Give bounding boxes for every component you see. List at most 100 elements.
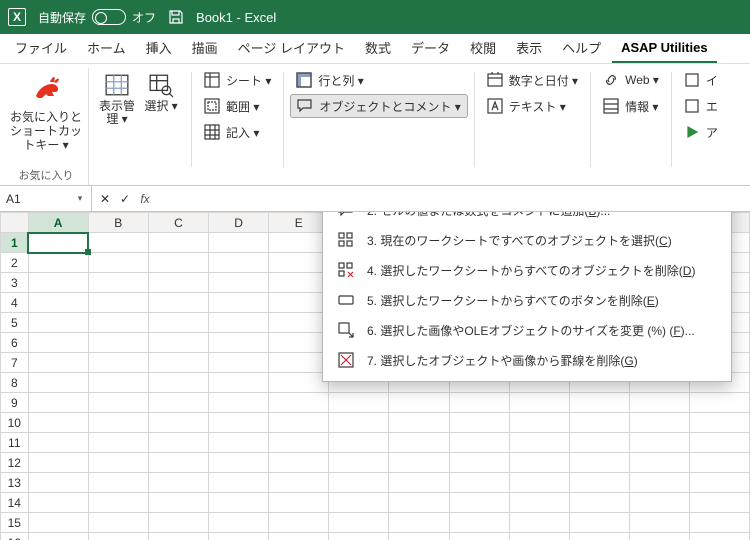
cell[interactable] xyxy=(28,233,88,253)
cell[interactable] xyxy=(389,493,449,513)
tab-描画[interactable]: 描画 xyxy=(183,32,227,63)
menu-item-5[interactable]: 5. 選択したワークシートからすべてのボタンを削除(E) xyxy=(323,285,731,315)
cell[interactable] xyxy=(629,393,689,413)
row-header[interactable]: 3 xyxy=(1,273,29,293)
tab-挿入[interactable]: 挿入 xyxy=(137,32,181,63)
cell[interactable] xyxy=(269,473,329,493)
cell[interactable] xyxy=(28,533,88,540)
cancel-icon[interactable]: ✕ xyxy=(96,192,114,206)
chevron-down-icon[interactable]: ▾ xyxy=(72,193,88,204)
cell[interactable] xyxy=(88,373,148,393)
cell[interactable] xyxy=(509,413,569,433)
row-header[interactable]: 12 xyxy=(1,453,29,473)
cell[interactable] xyxy=(28,513,88,533)
cell[interactable] xyxy=(209,393,269,413)
cell[interactable] xyxy=(269,273,329,293)
cell[interactable] xyxy=(88,333,148,353)
cell[interactable] xyxy=(329,453,389,473)
cell[interactable] xyxy=(209,493,269,513)
cell[interactable] xyxy=(689,433,749,453)
cell[interactable] xyxy=(389,393,449,413)
cell[interactable] xyxy=(569,393,629,413)
cell[interactable] xyxy=(389,473,449,493)
cell[interactable] xyxy=(629,493,689,513)
column-header[interactable]: D xyxy=(209,213,269,233)
tab-ページ レイアウト[interactable]: ページ レイアウト xyxy=(229,32,354,63)
cell[interactable] xyxy=(209,533,269,540)
cell[interactable] xyxy=(509,473,569,493)
cell[interactable] xyxy=(28,333,88,353)
cell[interactable] xyxy=(88,353,148,373)
favorites-shortcut-button[interactable]: お気に入りとショートカットキー ▾ xyxy=(10,70,82,152)
tab-ホーム[interactable]: ホーム xyxy=(78,32,135,63)
cell[interactable] xyxy=(689,473,749,493)
cell[interactable] xyxy=(389,433,449,453)
cell[interactable] xyxy=(148,353,208,373)
cell[interactable] xyxy=(269,293,329,313)
worksheet-grid[interactable]: ABCDEFGHIJKL12345678910111213141516 1. コ… xyxy=(0,212,750,540)
column-header[interactable]: E xyxy=(269,213,329,233)
cell[interactable] xyxy=(629,513,689,533)
cell[interactable] xyxy=(329,393,389,413)
cell[interactable] xyxy=(509,393,569,413)
cell[interactable] xyxy=(209,473,269,493)
cell[interactable] xyxy=(28,373,88,393)
cell[interactable] xyxy=(88,413,148,433)
cell[interactable] xyxy=(148,513,208,533)
cell[interactable] xyxy=(629,413,689,433)
cell[interactable] xyxy=(269,453,329,473)
cell[interactable] xyxy=(148,293,208,313)
cell[interactable] xyxy=(148,413,208,433)
cell[interactable] xyxy=(329,493,389,513)
cell[interactable] xyxy=(449,393,509,413)
cell[interactable] xyxy=(209,353,269,373)
cell[interactable] xyxy=(569,473,629,493)
tab-校閲[interactable]: 校閲 xyxy=(461,32,505,63)
cell[interactable] xyxy=(269,513,329,533)
cell[interactable] xyxy=(209,453,269,473)
cell[interactable] xyxy=(629,473,689,493)
formula-input[interactable] xyxy=(158,186,750,211)
cell[interactable] xyxy=(148,313,208,333)
tab-ファイル[interactable]: ファイル xyxy=(6,32,76,63)
cell[interactable] xyxy=(209,313,269,333)
menu-item-2[interactable]: 2. セルの値または数式をコメントに追加(B)... xyxy=(323,212,731,225)
select-all-corner[interactable] xyxy=(1,213,29,233)
row-header[interactable]: 13 xyxy=(1,473,29,493)
row-header[interactable]: 15 xyxy=(1,513,29,533)
cell[interactable] xyxy=(28,273,88,293)
cell[interactable] xyxy=(629,433,689,453)
cell[interactable] xyxy=(509,533,569,540)
cell[interactable] xyxy=(689,533,749,540)
cell[interactable] xyxy=(209,513,269,533)
cell[interactable] xyxy=(269,373,329,393)
cell[interactable] xyxy=(509,433,569,453)
cell[interactable] xyxy=(689,493,749,513)
menu-item-7[interactable]: 7. 選択したオブジェクトや画像から罫線を削除(G) xyxy=(323,345,731,375)
display-manage-button[interactable]: 表示管理 ▾ xyxy=(99,70,135,126)
cell[interactable] xyxy=(509,493,569,513)
tab-ヘルプ[interactable]: ヘルプ xyxy=(553,32,610,63)
rowcol-menu-button[interactable]: 行と列 ▾ xyxy=(290,68,467,92)
cell[interactable] xyxy=(509,453,569,473)
cell[interactable] xyxy=(509,513,569,533)
cell[interactable] xyxy=(28,393,88,413)
cell[interactable] xyxy=(389,413,449,433)
cell[interactable] xyxy=(148,493,208,513)
cell[interactable] xyxy=(689,513,749,533)
cell[interactable] xyxy=(209,273,269,293)
cell[interactable] xyxy=(449,433,509,453)
cell[interactable] xyxy=(148,373,208,393)
cell[interactable] xyxy=(329,413,389,433)
tab-数式[interactable]: 数式 xyxy=(356,32,400,63)
cell[interactable] xyxy=(148,433,208,453)
menu-item-4[interactable]: 4. 選択したワークシートからすべてのオブジェクトを削除(D) xyxy=(323,255,731,285)
accept-icon[interactable]: ✓ xyxy=(116,192,134,206)
cell[interactable] xyxy=(28,473,88,493)
cell[interactable] xyxy=(629,453,689,473)
cell[interactable] xyxy=(209,233,269,253)
cell[interactable] xyxy=(148,473,208,493)
row-header[interactable]: 9 xyxy=(1,393,29,413)
name-box-input[interactable] xyxy=(0,192,72,206)
cell[interactable] xyxy=(449,533,509,540)
